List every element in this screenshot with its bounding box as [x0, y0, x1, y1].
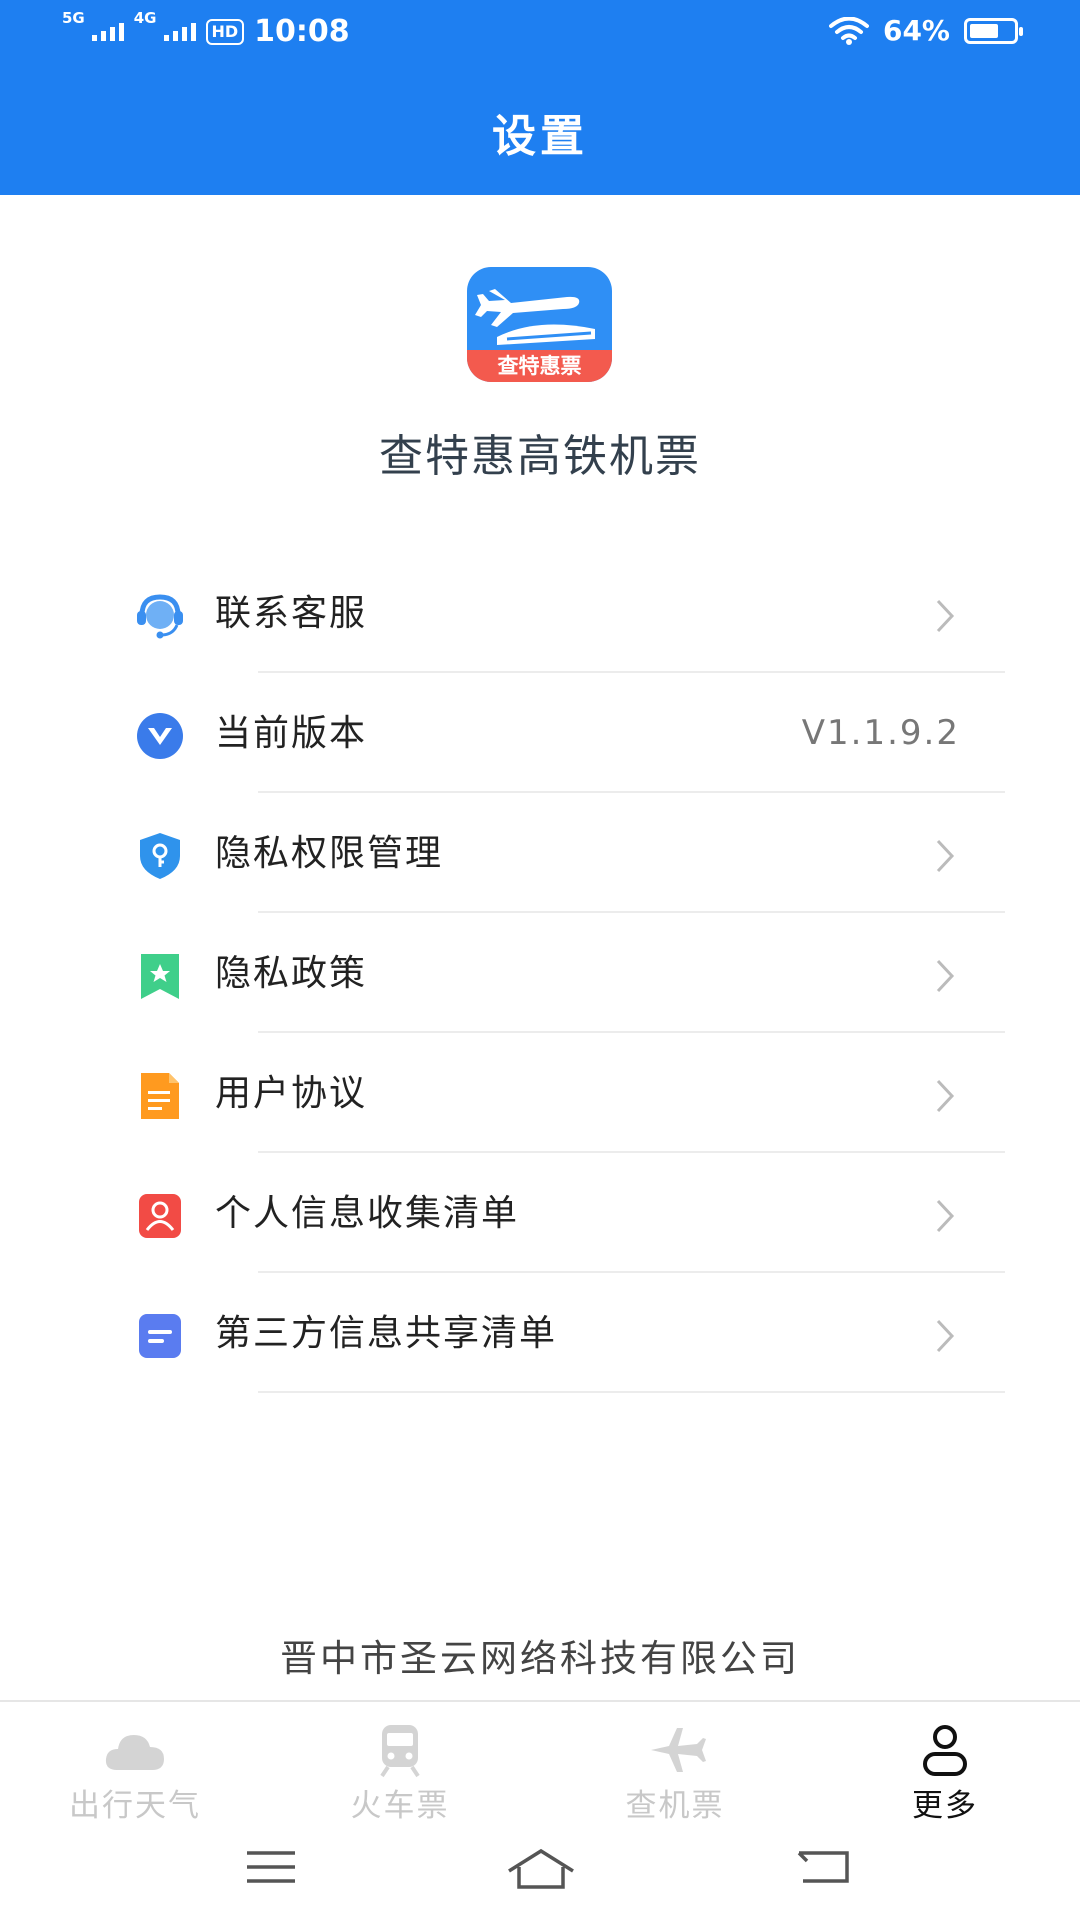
hd-badge: HD [205, 18, 245, 45]
airplane-icon [651, 1728, 706, 1772]
tab-flights[interactable]: 查机票 [575, 1702, 775, 1824]
settings-row-label: 用户协议 [215, 1073, 368, 1114]
tab-label: 更多 [912, 1788, 978, 1824]
divider [258, 1391, 1005, 1393]
settings-row-label: 当前版本 [215, 713, 368, 754]
chevron-right-icon [936, 1199, 955, 1233]
status-bar: 5G 4G HD 10:08 64% [0, 0, 1080, 70]
menu-icon[interactable] [245, 1847, 297, 1887]
logo-text: 查特惠票 [467, 350, 612, 382]
document-icon [141, 1073, 179, 1119]
customer-service-icon [137, 594, 183, 639]
app-name: 查特惠高铁机票 [379, 431, 701, 482]
system-nav-bar [0, 1825, 1080, 1920]
status-time: 10:08 [254, 14, 350, 49]
settings-list: 联系客服 当前版本 V1.1.9.2 隐私权限管理 隐私政策 用户协议 个人信息… [0, 553, 1080, 1393]
home-icon[interactable] [505, 1847, 577, 1891]
tab-label: 出行天气 [69, 1788, 201, 1824]
chevron-right-icon [936, 1079, 955, 1113]
settings-row-label: 隐私权限管理 [215, 833, 444, 874]
bookmark-star-icon [141, 954, 179, 999]
signal-5g-icon: 5G [62, 9, 124, 41]
tab-label: 查机票 [625, 1788, 725, 1824]
battery-percent: 64% [882, 14, 950, 47]
list-card-icon [139, 1314, 181, 1358]
settings-row-version[interactable]: 当前版本 V1.1.9.2 [0, 673, 1080, 793]
status-left: 5G 4G HD 10:08 [62, 9, 350, 50]
signal-4g-icon: 4G [134, 9, 196, 41]
settings-row-user-agreement[interactable]: 用户协议 [0, 1033, 1080, 1153]
chevron-right-icon [936, 1319, 955, 1353]
settings-row-label: 个人信息收集清单 [215, 1193, 520, 1234]
settings-row-label: 第三方信息共享清单 [215, 1313, 558, 1354]
cloud-icon [105, 1735, 164, 1770]
network-type-label: 4G [133, 8, 157, 27]
tab-label: 火车票 [350, 1788, 450, 1824]
header-bar: 5G 4G HD 10:08 64% 设置 [0, 0, 1080, 195]
chevron-right-icon [936, 599, 955, 633]
tab-more[interactable]: 更多 [845, 1702, 1045, 1824]
version-icon [137, 713, 183, 759]
person-card-icon [139, 1194, 181, 1238]
settings-row-label: 联系客服 [215, 593, 368, 634]
status-right: 64% [828, 14, 1023, 47]
chevron-right-icon [936, 959, 955, 993]
company-name: 晋中市圣云网络科技有限公司 [280, 1637, 800, 1680]
plane-train-icon [475, 289, 595, 345]
settings-row-customer-service[interactable]: 联系客服 [0, 553, 1080, 673]
tab-train[interactable]: 火车票 [300, 1702, 500, 1824]
tab-weather[interactable]: 出行天气 [35, 1702, 235, 1824]
app-logo: 查特惠票 [467, 267, 612, 382]
train-icon [380, 1725, 420, 1778]
version-value: V1.1.9.2 [801, 713, 960, 753]
chevron-right-icon [936, 839, 955, 873]
page-title: 设置 [492, 111, 588, 162]
settings-row-third-party-sharing[interactable]: 第三方信息共享清单 [0, 1273, 1080, 1393]
shield-key-icon [140, 833, 180, 879]
settings-row-personal-info-list[interactable]: 个人信息收集清单 [0, 1153, 1080, 1273]
person-icon [923, 1725, 967, 1776]
wifi-icon [828, 16, 869, 45]
settings-row-privacy-permissions[interactable]: 隐私权限管理 [0, 793, 1080, 913]
back-icon[interactable] [795, 1847, 851, 1887]
settings-row-label: 隐私政策 [215, 953, 368, 994]
network-type-label: 5G [62, 8, 85, 27]
battery-icon [964, 17, 1023, 44]
settings-row-privacy-policy[interactable]: 隐私政策 [0, 913, 1080, 1033]
bottom-tab-bar: 出行天气 火车票 查机票 更多 [0, 1700, 1080, 1825]
